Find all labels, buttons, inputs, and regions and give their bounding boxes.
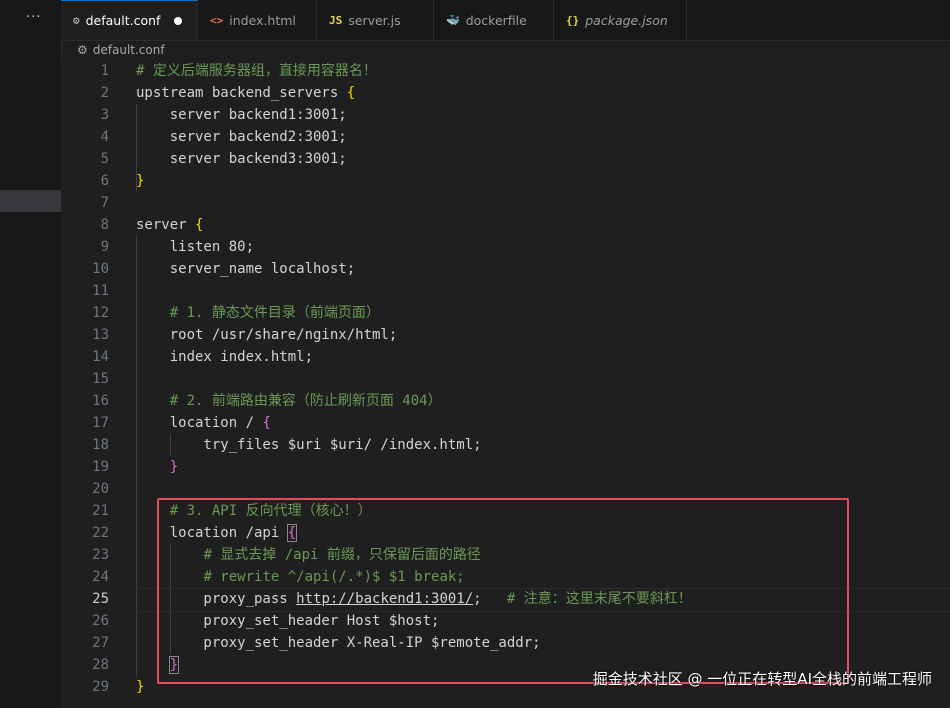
code-text[interactable]: root /usr/share/nginx/html; [136, 324, 398, 346]
line-number: 10 [92, 261, 109, 277]
tab-label: default.conf [85, 13, 161, 28]
code-line[interactable]: 4 server backend2:3001; [61, 126, 950, 148]
code-line[interactable]: 15 [61, 368, 950, 390]
code-line[interactable]: 13 root /usr/share/nginx/html; [61, 324, 950, 346]
code-line[interactable]: 18 try_files $uri $uri/ /index.html; [61, 434, 950, 456]
line-number: 5 [100, 151, 109, 167]
line-number: 17 [92, 415, 109, 431]
line-number: 29 [92, 679, 109, 695]
file-type-icon: <> [210, 13, 224, 27]
tab-default-conf[interactable]: ⚙ default.conf [61, 0, 198, 40]
watermark: 掘金技术社区 @ 一位正在转型AI全栈的前端工程师 [592, 670, 932, 688]
line-number: 16 [92, 393, 109, 409]
tab-label: index.html [229, 12, 296, 28]
line-number: 9 [100, 239, 109, 255]
line-number: 26 [92, 613, 109, 629]
code-line[interactable]: 14 index index.html; [61, 346, 950, 368]
line-number: 27 [92, 635, 109, 651]
line-number: 20 [92, 481, 109, 497]
line-number: 18 [92, 437, 109, 453]
file-type-icon: {} [566, 13, 580, 27]
line-number: 21 [92, 503, 109, 519]
line-number: 11 [92, 283, 109, 299]
code-line[interactable]: 1 # 定义后端服务器组，直接用容器名！ [61, 60, 950, 82]
file-type-icon: ⚙ [73, 14, 80, 27]
code-text[interactable]: index index.html; [136, 346, 313, 368]
tab-index-html[interactable]: <> index.html [198, 0, 317, 40]
breadcrumb-file[interactable]: default.conf [93, 43, 165, 57]
tab-label: dockerfile [465, 12, 527, 28]
line-number: 8 [100, 217, 109, 233]
more-actions-icon[interactable]: ··· [26, 10, 41, 25]
line-number: 6 [100, 173, 109, 189]
code-text[interactable]: location / { [136, 412, 271, 434]
breadcrumb[interactable]: ⚙ default.conf [77, 41, 165, 59]
code-text[interactable]: } [136, 456, 178, 478]
code-text[interactable]: server { [136, 214, 203, 236]
code-text[interactable]: } [136, 170, 144, 192]
line-number: 19 [92, 459, 109, 475]
code-line[interactable]: 16 # 2. 前端路由兼容（防止刷新页面 404） [61, 390, 950, 412]
code-line[interactable]: 2 upstream backend_servers { [61, 82, 950, 104]
tab-package-json[interactable]: {} package.json [554, 0, 687, 40]
code-line[interactable]: 6} [61, 170, 950, 192]
tab-label: package.json [585, 12, 668, 28]
unsaved-dot-icon[interactable] [174, 16, 183, 25]
code-line[interactable]: 20 [61, 478, 950, 500]
file-type-icon: 🐳 [446, 13, 460, 27]
code-line[interactable]: 12 # 1. 静态文件目录（前端页面） [61, 302, 950, 324]
file-type-icon: JS [329, 13, 343, 27]
line-number: 14 [92, 349, 109, 365]
code-text[interactable]: server backend1:3001; [136, 104, 347, 126]
activity-selection [0, 190, 61, 212]
line-number: 25 [92, 591, 109, 607]
gear-icon: ⚙ [77, 43, 88, 57]
activity-bar: ··· [0, 0, 62, 708]
line-number: 28 [92, 657, 109, 673]
code-line[interactable]: 8 server { [61, 214, 950, 236]
line-number: 2 [100, 85, 109, 101]
code-line[interactable]: 19 } [61, 456, 950, 478]
code-text[interactable]: server backend3:3001; [136, 148, 347, 170]
code-line[interactable]: 7 [61, 192, 950, 214]
line-number: 1 [100, 63, 109, 79]
code-text[interactable]: # 2. 前端路由兼容（防止刷新页面 404） [136, 390, 442, 412]
code-text[interactable]: upstream backend_servers { [136, 82, 355, 104]
tab-label: server.js [348, 12, 401, 28]
code-text[interactable]: listen 80; [136, 236, 254, 258]
editor-tab-bar: ⚙ default.conf <> index.html JS server.js 🐳 doc… [61, 0, 950, 41]
line-number: 24 [92, 569, 109, 585]
highlight-box [157, 498, 849, 684]
line-number: 23 [92, 547, 109, 563]
code-line[interactable]: 10 server_name localhost; [61, 258, 950, 280]
code-text[interactable]: try_files $uri $uri/ /index.html; [136, 434, 481, 456]
code-text[interactable]: server backend2:3001; [136, 126, 347, 148]
code-line[interactable]: 9 listen 80; [61, 236, 950, 258]
code-line[interactable]: 5 server backend3:3001; [61, 148, 950, 170]
line-number: 3 [100, 107, 109, 123]
line-number: 7 [100, 195, 109, 211]
tab-dockerfile[interactable]: 🐳 dockerfile [434, 0, 554, 40]
code-text[interactable]: server_name localhost; [136, 258, 355, 280]
line-number: 12 [92, 305, 109, 321]
code-text[interactable]: # 定义后端服务器组，直接用容器名！ [136, 60, 377, 82]
tab-server-js[interactable]: JS server.js [317, 0, 434, 40]
code-text[interactable]: } [136, 676, 144, 698]
code-line[interactable]: 3 server backend1:3001; [61, 104, 950, 126]
line-number: 15 [92, 371, 109, 387]
line-number: 4 [100, 129, 109, 145]
line-number: 13 [92, 327, 109, 343]
line-number: 22 [92, 525, 109, 541]
code-text[interactable]: # 1. 静态文件目录（前端页面） [136, 302, 380, 324]
code-line[interactable]: 11 [61, 280, 950, 302]
code-line[interactable]: 17 location / { [61, 412, 950, 434]
